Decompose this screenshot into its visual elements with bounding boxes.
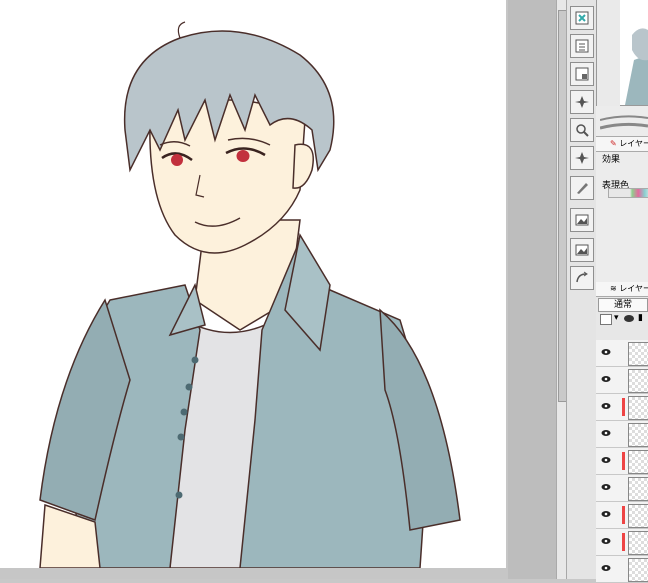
layer-color-mark xyxy=(622,506,625,524)
color-swatch[interactable] xyxy=(600,314,612,325)
history-icon[interactable] xyxy=(570,266,594,290)
eye-icon[interactable] xyxy=(601,348,611,356)
canvas-workspace[interactable] xyxy=(0,0,508,579)
mask-icon[interactable] xyxy=(624,315,634,322)
drawing-canvas[interactable] xyxy=(0,0,506,568)
layer-row[interactable] xyxy=(596,502,648,529)
workspace-gutter xyxy=(508,0,556,579)
layer-panel: ≋ レイヤー 通常 ▾ ▮ xyxy=(596,282,648,583)
tab-layer-property-label: レイヤープロパティ xyxy=(619,139,648,148)
material-icon[interactable] xyxy=(570,146,594,170)
lock-icon[interactable]: ▮ xyxy=(638,313,643,323)
layer-color-mark xyxy=(622,398,625,416)
layer-thumbnail[interactable] xyxy=(628,477,648,501)
layers-icon: ≋ xyxy=(610,284,617,293)
layer-color-mark xyxy=(622,452,625,470)
navigator-preview[interactable] xyxy=(620,0,648,106)
eye-icon[interactable] xyxy=(601,429,611,437)
layer-row[interactable] xyxy=(596,529,648,556)
sub-view-icon[interactable] xyxy=(570,6,594,30)
eye-icon[interactable] xyxy=(601,375,611,383)
layer-thumbnail[interactable] xyxy=(628,423,648,447)
layer-thumbnail[interactable] xyxy=(628,504,648,528)
brush-size-icon[interactable] xyxy=(570,176,594,200)
eye-icon[interactable] xyxy=(601,483,611,491)
layer-thumbnail[interactable] xyxy=(628,531,648,555)
pen-icon: ✎ xyxy=(610,139,617,148)
eye-icon[interactable] xyxy=(601,456,611,464)
layer-controls: ▾ ▮ xyxy=(596,312,648,326)
layer-thumbnail[interactable] xyxy=(628,342,648,366)
expression-color-swatch[interactable] xyxy=(608,188,648,198)
brush-stroke-preview xyxy=(600,115,648,130)
eye-icon[interactable] xyxy=(601,402,611,410)
layer-row[interactable] xyxy=(596,475,648,502)
tab-layer-property[interactable]: ✎ レイヤープロパティ xyxy=(596,136,648,152)
layer-row[interactable] xyxy=(596,394,648,421)
auto-action-icon[interactable] xyxy=(570,90,594,114)
illustration xyxy=(39,21,461,568)
palette-icon-strip xyxy=(566,0,597,579)
layer-search-icon[interactable] xyxy=(570,62,594,86)
image-material-icon[interactable] xyxy=(570,208,594,232)
tab-layer[interactable]: ≋ レイヤー xyxy=(596,282,648,297)
layer-row[interactable] xyxy=(596,340,648,367)
layer-row[interactable] xyxy=(596,448,648,475)
eye-icon[interactable] xyxy=(601,537,611,545)
chevron-down-icon[interactable]: ▾ xyxy=(614,313,619,323)
layer-color-mark xyxy=(622,533,625,551)
effect-label: 効果 xyxy=(602,155,621,165)
tab-layer-label: レイヤー xyxy=(619,284,648,293)
image-icon[interactable] xyxy=(570,238,594,262)
eye-icon[interactable] xyxy=(601,564,611,572)
layer-thumbnail[interactable] xyxy=(628,369,648,393)
layer-thumbnail[interactable] xyxy=(628,450,648,474)
layer-thumbnail[interactable] xyxy=(628,558,648,582)
layer-row[interactable] xyxy=(596,421,648,448)
layer-row[interactable] xyxy=(596,367,648,394)
layer-property-icon[interactable] xyxy=(570,34,594,58)
blend-mode-select[interactable]: 通常 xyxy=(598,298,648,312)
layer-thumbnail[interactable] xyxy=(628,396,648,420)
eye-icon[interactable] xyxy=(601,510,611,518)
search-icon[interactable] xyxy=(570,118,594,142)
